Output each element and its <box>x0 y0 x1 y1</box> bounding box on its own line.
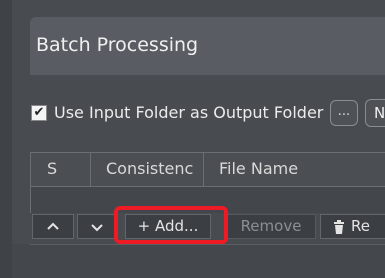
chevron-up-icon <box>47 222 59 230</box>
column-header-file-name[interactable]: File Name <box>204 153 385 186</box>
use-input-folder-checkbox[interactable]: ✔ <box>31 105 47 121</box>
column-header-s[interactable]: S <box>31 153 91 186</box>
use-input-folder-label[interactable]: Use Input Folder as Output Folder <box>54 103 323 122</box>
trash-icon <box>333 219 345 234</box>
remove-all-button[interactable]: Re <box>320 214 385 239</box>
column-header-consistency[interactable]: Consistenc <box>91 153 204 186</box>
footer-divider <box>30 244 385 245</box>
panel-title: Batch Processing <box>36 34 199 56</box>
left-edge-strip <box>0 0 12 278</box>
table-header: S Consistenc File Name <box>31 153 385 187</box>
checkmark-icon: ✔ <box>33 105 45 120</box>
panel-footer <box>12 244 385 278</box>
remove-all-label: Re <box>351 217 370 235</box>
next-button[interactable]: N <box>365 99 385 127</box>
add-button-highlight <box>114 206 228 244</box>
file-table[interactable]: S Consistenc File Name <box>30 152 385 213</box>
chevron-down-icon <box>91 224 103 232</box>
remove-button[interactable]: Remove <box>226 214 316 239</box>
remove-label: Remove <box>240 217 302 235</box>
browse-button[interactable]: ... <box>330 100 358 126</box>
panel-header[interactable]: Batch Processing <box>30 17 385 75</box>
move-up-button[interactable] <box>32 214 74 239</box>
move-down-button[interactable] <box>77 214 117 239</box>
